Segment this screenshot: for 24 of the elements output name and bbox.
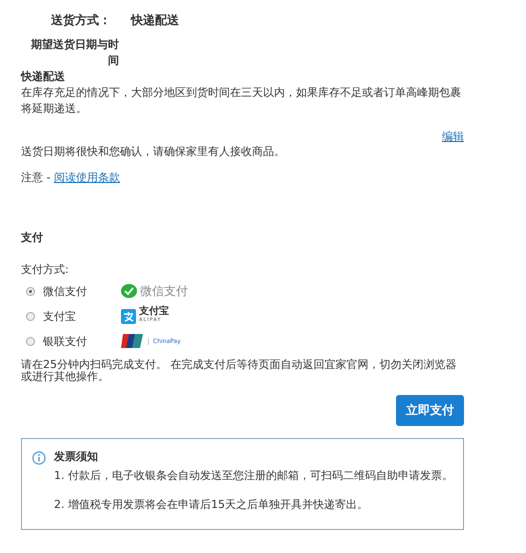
info-icon: [32, 451, 46, 465]
wechat-pay-logo: 微信支付: [121, 282, 188, 300]
confirm-text: 送货日期将很快和您确认，请确保家里有人接收商品。: [21, 144, 286, 160]
field-label: 送货方式：: [51, 12, 111, 29]
section-heading: 快递配送: [21, 69, 66, 85]
section-heading: 支付: [21, 230, 44, 246]
notice-title: 发票须知: [54, 449, 99, 465]
pay-button[interactable]: 立即支付: [396, 395, 464, 426]
notice-label: 注意 -: [21, 171, 52, 184]
radio-button[interactable]: [26, 336, 35, 346]
field-label: 支付方式:: [21, 262, 70, 278]
field-label: 期望送货日期与时间: [30, 37, 119, 69]
description-text: 在库存充足的情况下，大部分地区到货时间在三天以内，如果库存不足或者订单高峰期包裹将延期递送。: [21, 85, 462, 117]
radio-button[interactable]: [26, 312, 35, 320]
instruction-text: 请在25分钟内扫码完成支付。 在完成支付后等待页面自动返回宜家官网，切勿关闭浏览器或进行其他操作。: [21, 359, 458, 383]
edit-link[interactable]: 编辑: [442, 129, 464, 144]
radio-button[interactable]: [26, 286, 35, 296]
field-value: 快递配送: [131, 12, 179, 29]
option-label: 银联支付: [43, 334, 88, 348]
option-label: 支付宝: [43, 308, 77, 324]
notice-text: 2. 增值税专用发票将会在申请后15天之后单独开具并快递寄出。: [54, 497, 369, 513]
notice-text: 1. 付款后，电子收银条会自动发送至您注册的邮箱，可扫码二维码自助申请发票。: [54, 468, 453, 484]
terms-link[interactable]: 阅读使用条款: [54, 171, 120, 184]
option-label: 微信支付: [43, 284, 88, 298]
